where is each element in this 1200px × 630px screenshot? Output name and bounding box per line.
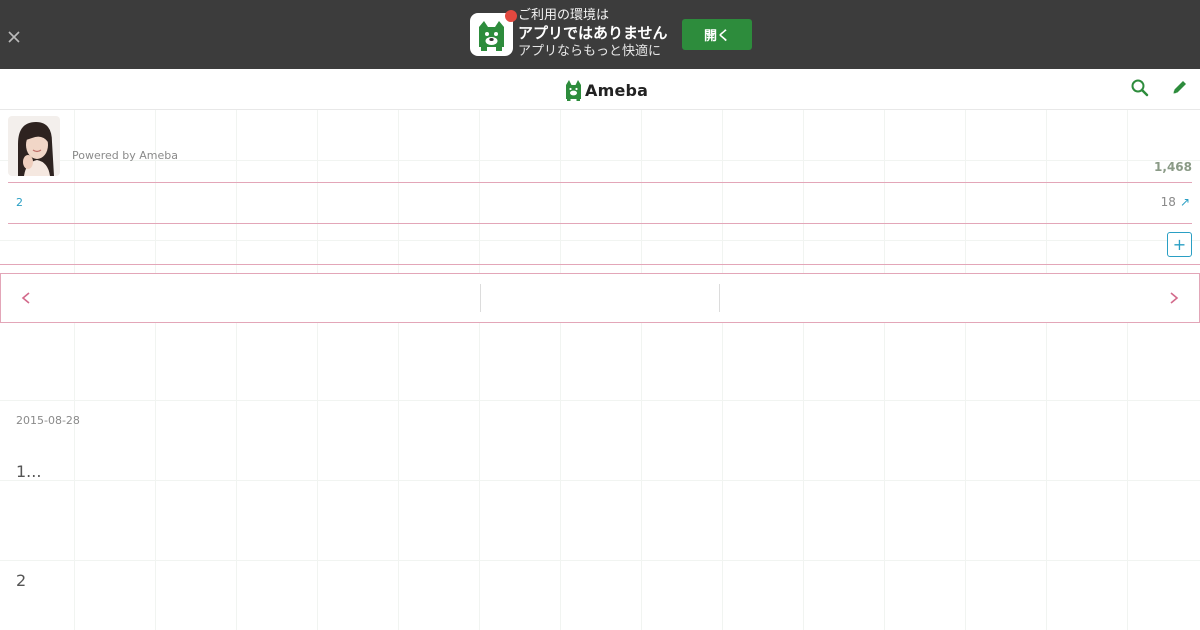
close-icon[interactable]	[5, 28, 23, 46]
avatar[interactable]	[8, 116, 60, 176]
nav-separator	[480, 284, 481, 312]
chevron-left-icon[interactable]	[19, 290, 33, 306]
nav-separator	[719, 284, 720, 312]
powered-by-text: Powered by Ameba	[72, 149, 178, 162]
pencil-icon[interactable]	[1171, 78, 1189, 96]
entry-navigation	[0, 273, 1200, 323]
stats-right-link[interactable]: 18 ↗	[1161, 195, 1190, 209]
divider	[8, 223, 1192, 224]
chevron-right-icon[interactable]	[1167, 290, 1181, 306]
divider	[8, 182, 1192, 183]
notification-dot	[505, 10, 517, 22]
entry-text: 1...	[16, 462, 42, 481]
logo-text: Ameba	[585, 80, 649, 100]
app-banner: ご利用の環境は アプリではありません アプリならもっと快適に 開く	[0, 0, 1200, 69]
divider	[0, 264, 1200, 265]
ameba-app-icon	[470, 10, 517, 56]
entry-text: 2	[16, 571, 27, 590]
search-icon[interactable]	[1130, 78, 1150, 98]
stats-right-value: 18	[1160, 195, 1176, 209]
banner-line3: アプリならもっと快適に	[518, 44, 662, 59]
stats-left-value[interactable]: 2	[16, 196, 23, 209]
follower-count: 1,468	[1154, 160, 1192, 174]
open-app-button[interactable]: 開く	[682, 19, 752, 50]
external-link-icon: ↗	[1179, 195, 1190, 209]
add-button[interactable]: +	[1167, 232, 1192, 257]
ameba-logo-icon	[566, 80, 581, 101]
site-header: Ameba	[0, 69, 1200, 110]
banner-line2: アプリではありません	[518, 24, 668, 42]
entry-date: 2015-08-28	[16, 414, 80, 427]
banner-text: ご利用の環境は アプリではありません アプリならもっと快適に	[518, 7, 678, 60]
banner-line1: ご利用の環境は	[518, 8, 610, 23]
ameba-logo[interactable]: Ameba	[565, 78, 648, 102]
